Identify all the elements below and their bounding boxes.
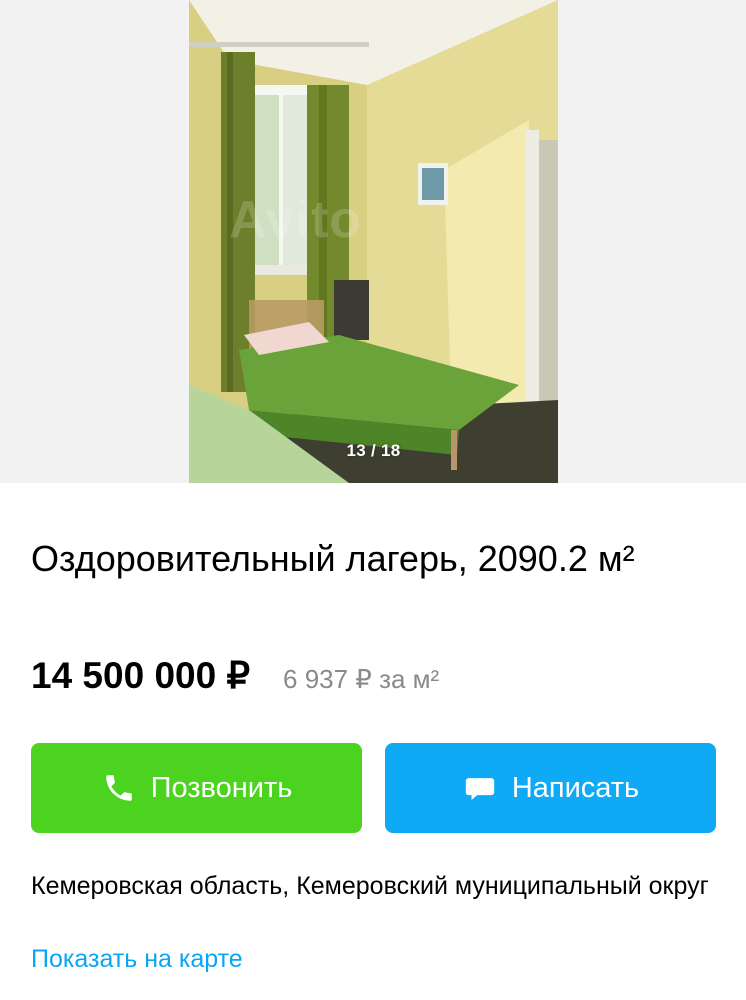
call-button-label: Позвонить (150, 771, 293, 804)
watermark: Avito (229, 191, 363, 249)
price-per-square-meter: 6 937 ₽ за м² (283, 664, 440, 694)
listing-title: Оздоровительный лагерь, 2090.2 м² (31, 538, 635, 579)
price-row: 14 500 000 ₽ 6 937 ₽ за м² (31, 654, 439, 697)
call-button[interactable]: Позвонить (31, 743, 362, 833)
write-button-label: Написать (511, 771, 640, 804)
chat-bubble-icon (462, 770, 498, 806)
phone-icon (101, 770, 137, 806)
photo-gallery[interactable]: Avito 13 / 18 (0, 0, 746, 483)
price: 14 500 000 ₽ (31, 655, 251, 696)
show-on-map-link[interactable]: Показать на карте (31, 941, 243, 977)
write-button[interactable]: Написать (385, 743, 716, 833)
listing-photo[interactable]: Avito 13 / 18 (189, 0, 558, 483)
address: Кемеровская область, Кемеровский муницип… (31, 872, 709, 900)
photo-counter: 13 / 18 (346, 441, 401, 460)
